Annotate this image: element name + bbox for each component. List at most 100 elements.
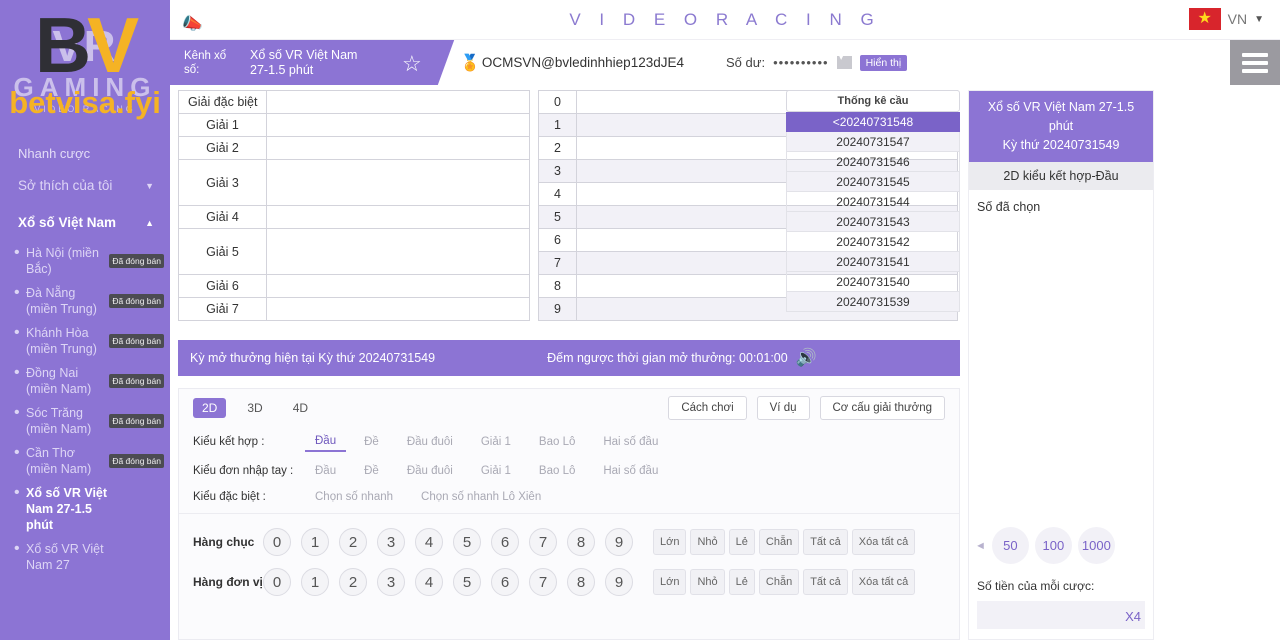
period-item[interactable]: 20240731540: [786, 272, 960, 292]
tab-3d[interactable]: 3D: [238, 398, 271, 418]
stat-header-button[interactable]: Thống kê cầu: [786, 90, 960, 112]
logo-line-3: VIDEO RACING: [0, 104, 170, 114]
combo-option[interactable]: Đề: [354, 433, 389, 451]
number-ball[interactable]: 7: [529, 528, 557, 556]
number-ball[interactable]: 7: [529, 568, 557, 596]
sidebar-lottery-item[interactable]: •Khánh Hòa (miền Trung)Đã đóng bán: [0, 321, 170, 361]
period-item[interactable]: 20240731545: [786, 172, 960, 192]
sidebar-lottery-item[interactable]: •Xổ số VR Việt Nam 27-1.5 phút: [0, 481, 170, 537]
number-ball[interactable]: 9: [605, 568, 633, 596]
manual-option[interactable]: Hai số đầu: [593, 462, 668, 480]
bet-chip[interactable]: 1000: [1078, 527, 1115, 564]
tab-4d[interactable]: 4D: [284, 398, 317, 418]
digit-label: 6: [539, 229, 577, 252]
closed-badge: Đã đóng bán: [109, 254, 164, 268]
number-ball[interactable]: 4: [415, 568, 443, 596]
sidebar-lottery-item[interactable]: •Đồng Nai (miền Nam)Đã đóng bán: [0, 361, 170, 401]
sidebar-lottery-item[interactable]: •Cần Thơ (miền Nam)Đã đóng bán: [0, 441, 170, 481]
menu-button[interactable]: [1230, 40, 1280, 85]
number-ball[interactable]: 3: [377, 528, 405, 556]
quick-button[interactable]: Xóa tất cả: [852, 569, 916, 595]
quick-button[interactable]: Nhỏ: [690, 569, 724, 595]
period-item[interactable]: 20240731543: [786, 212, 960, 232]
number-ball[interactable]: 1: [301, 568, 329, 596]
amount-input[interactable]: [977, 601, 1145, 629]
tab-2d[interactable]: 2D: [193, 398, 226, 418]
number-ball[interactable]: 4: [415, 528, 443, 556]
flag-star: ★: [1197, 11, 1211, 27]
period-item[interactable]: 20240731539: [786, 292, 960, 312]
number-ball[interactable]: 3: [377, 568, 405, 596]
period-item[interactable]: <20240731548: [786, 112, 960, 132]
number-ball[interactable]: 0: [263, 568, 291, 596]
quick-button[interactable]: Chẵn: [759, 529, 799, 555]
number-ball[interactable]: 6: [491, 528, 519, 556]
period-item[interactable]: 20240731541: [786, 252, 960, 272]
sidebar-lottery-item[interactable]: •Sóc Trăng (miền Nam)Đã đóng bán: [0, 401, 170, 441]
show-balance-button[interactable]: Hiển thị: [860, 55, 908, 71]
channel-block: Kênh xổ số: Xổ số VR Việt Nam 27-1.5 phú…: [170, 40, 430, 85]
balance-toggle-icon[interactable]: [837, 56, 852, 69]
special-option[interactable]: Chọn số nhanh: [305, 488, 403, 506]
number-ball[interactable]: 0: [263, 528, 291, 556]
help-button[interactable]: Cách chơi: [668, 396, 746, 420]
lottery-name: Cần Thơ (miền Nam): [26, 445, 107, 477]
period-item[interactable]: 20240731544: [786, 192, 960, 212]
quick-button[interactable]: Lớn: [653, 569, 686, 595]
combo-option[interactable]: Giải 1: [471, 433, 521, 451]
period-item[interactable]: 20240731547: [786, 132, 960, 152]
number-ball[interactable]: 2: [339, 528, 367, 556]
quick-button[interactable]: Xóa tất cả: [852, 529, 916, 555]
sidebar-lottery-item[interactable]: •Xổ số VR Việt Nam 27: [0, 537, 170, 577]
period-item[interactable]: 20240731542: [786, 232, 960, 252]
quick-button[interactable]: Lẻ: [729, 529, 755, 555]
combo-option[interactable]: Đầu: [305, 432, 346, 452]
help-button[interactable]: Cơ cấu giải thưởng: [820, 396, 946, 420]
number-ball[interactable]: 5: [453, 568, 481, 596]
manual-option[interactable]: Đầu: [305, 462, 346, 480]
bet-chip[interactable]: 100: [1035, 527, 1072, 564]
number-ball[interactable]: 8: [567, 528, 595, 556]
digit-label: 8: [539, 275, 577, 298]
combo-option[interactable]: Đầu đuôi: [397, 433, 463, 451]
favorite-star-icon[interactable]: ☆: [402, 51, 422, 77]
sidebar-item-favorites[interactable]: Sở thích của tôi ▼: [0, 167, 170, 204]
number-ball[interactable]: 1: [301, 528, 329, 556]
chip-prev-arrow-icon[interactable]: ◄: [975, 540, 986, 552]
number-ball[interactable]: 6: [491, 568, 519, 596]
number-ball[interactable]: 8: [567, 568, 595, 596]
number-ball[interactable]: 2: [339, 568, 367, 596]
quick-button[interactable]: Chẵn: [759, 569, 799, 595]
countdown-timer: Đếm ngược thời gian mở thưởng: 00:01:00: [547, 351, 788, 365]
speaker-muted-icon[interactable]: 🔊: [796, 348, 817, 368]
manual-option[interactable]: Bao Lô: [529, 462, 585, 480]
language-selector[interactable]: ★ VN ▼: [1189, 8, 1264, 30]
quick-button[interactable]: Tất cả: [803, 529, 848, 555]
prize-value: [267, 160, 530, 206]
period-item[interactable]: 20240731546: [786, 152, 960, 172]
combo-option[interactable]: Hai số đầu: [593, 433, 668, 451]
bet-chip[interactable]: 50: [992, 527, 1029, 564]
manual-option[interactable]: Đề: [354, 462, 389, 480]
quick-button[interactable]: Nhỏ: [690, 529, 724, 555]
sidebar-group-vietnam-lottery[interactable]: Xổ số Việt Nam ▲: [0, 204, 170, 241]
number-ball[interactable]: 5: [453, 528, 481, 556]
manual-option[interactable]: Đầu đuôi: [397, 462, 463, 480]
sidebar-lottery-item[interactable]: •Đà Nẵng (miền Trung)Đã đóng bán: [0, 281, 170, 321]
chevron-up-icon: ▲: [145, 218, 154, 228]
quick-button[interactable]: Lớn: [653, 529, 686, 555]
table-row: Giải 3: [179, 160, 530, 206]
manual-option[interactable]: Giải 1: [471, 462, 521, 480]
account-name: OCMSVN@bvledinhhiep123dJE4: [482, 55, 684, 70]
logo-line-1: VR: [0, 24, 170, 70]
number-ball[interactable]: 9: [605, 528, 633, 556]
quick-button[interactable]: Tất cả: [803, 569, 848, 595]
burger-line: [1242, 61, 1268, 65]
special-option[interactable]: Chọn số nhanh Lô Xiên: [411, 488, 551, 506]
sidebar-lottery-item[interactable]: •Hà Nội (miền Bắc)Đã đóng bán: [0, 241, 170, 281]
combo-option[interactable]: Bao Lô: [529, 433, 585, 451]
channel-bar: Kênh xổ số: Xổ số VR Việt Nam 27-1.5 phú…: [170, 40, 1280, 85]
help-button[interactable]: Ví dụ: [757, 396, 810, 420]
balance-masked: ••••••••••: [773, 55, 829, 70]
quick-button[interactable]: Lẻ: [729, 569, 755, 595]
